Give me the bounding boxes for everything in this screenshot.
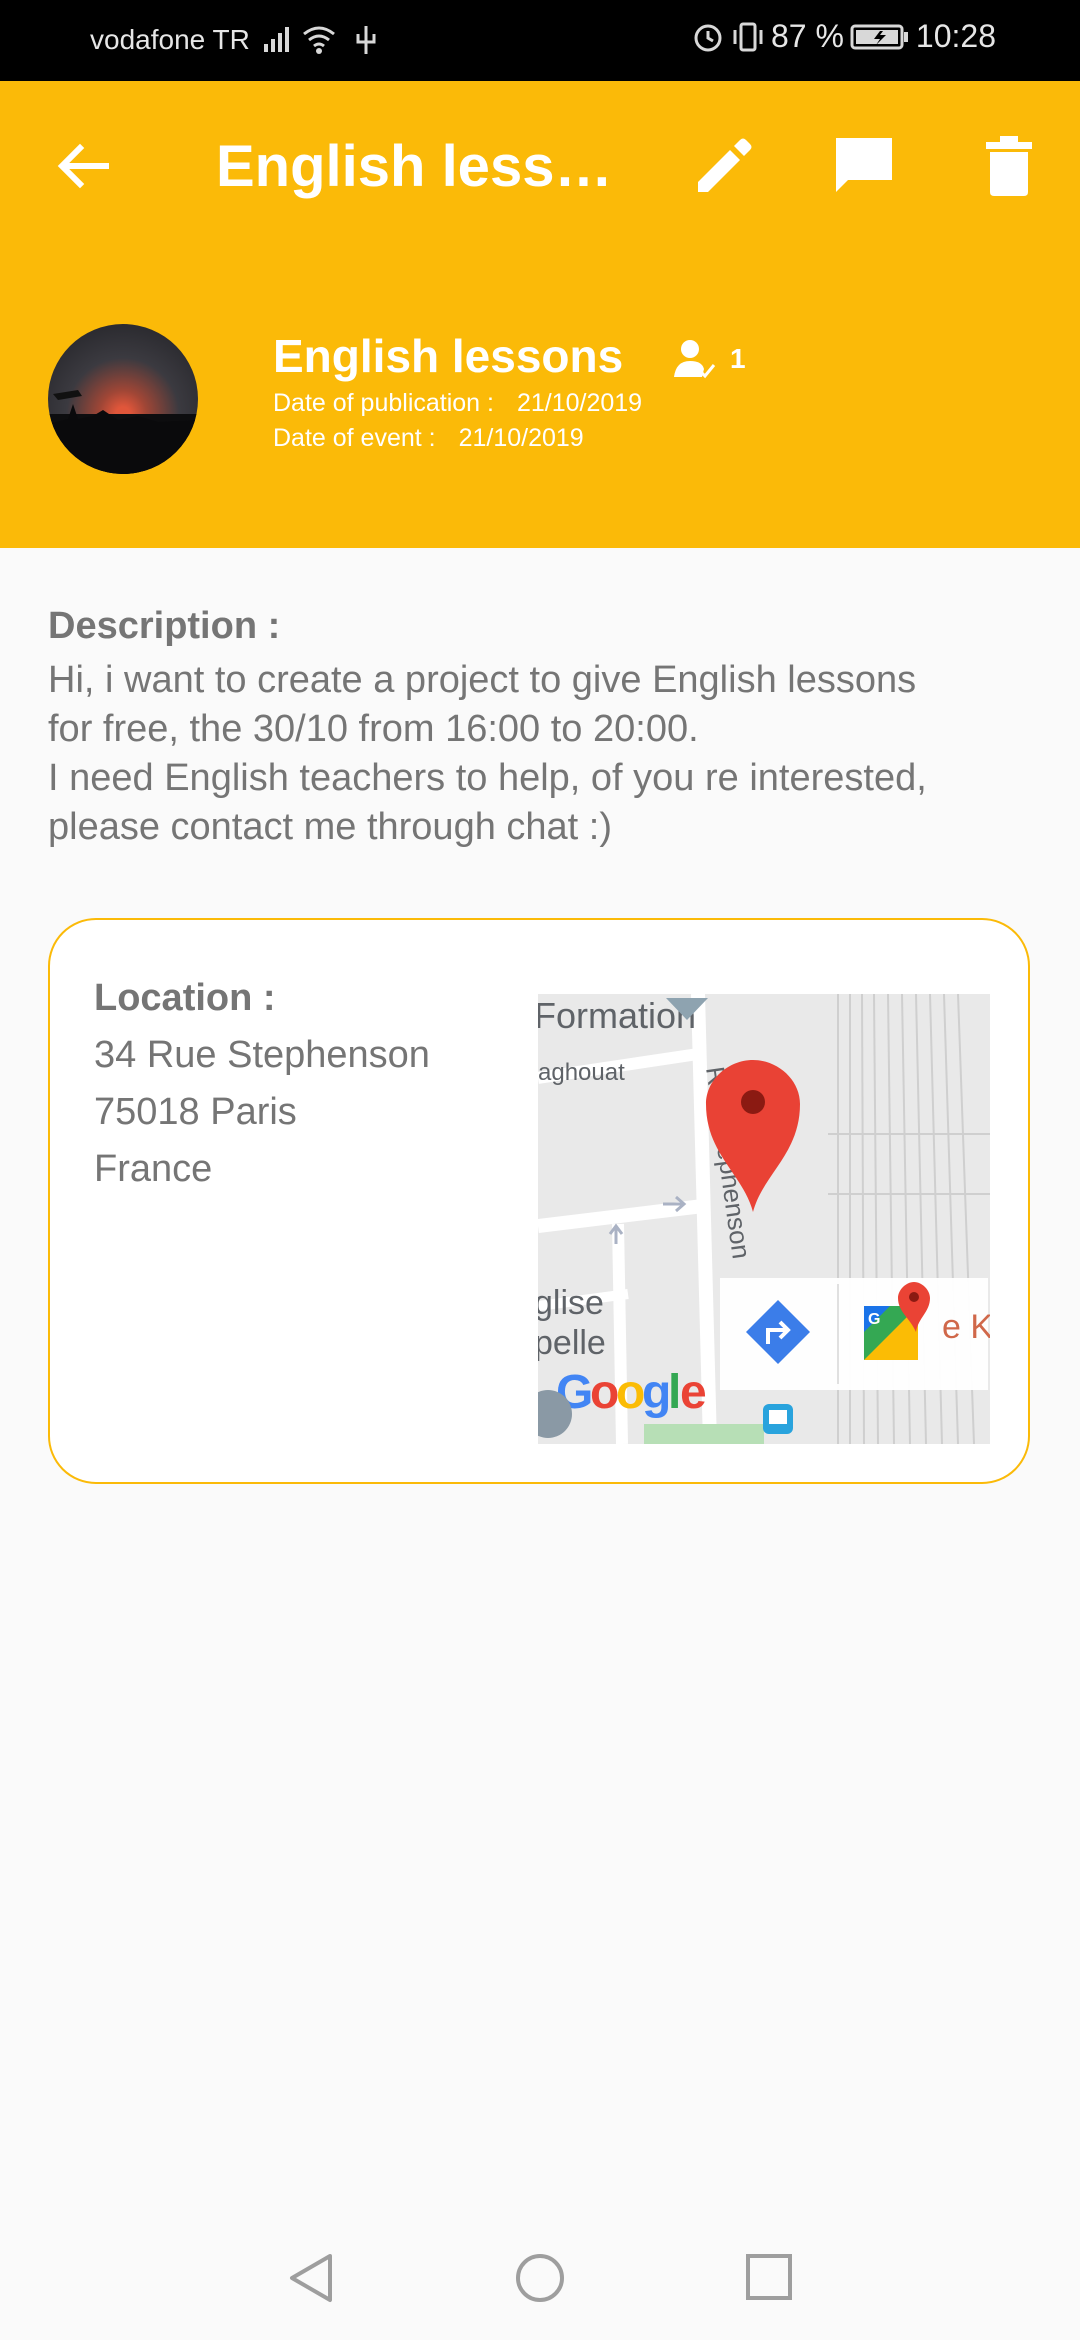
location-country: France [94, 1148, 213, 1190]
edit-icon[interactable] [690, 134, 754, 198]
description-section: Description : Hi, i want to create a pro… [48, 605, 1038, 852]
google-logo: G o o g l e [556, 1366, 707, 1419]
map-label: glise [538, 1284, 604, 1322]
signal-icons [262, 22, 392, 65]
event-avatar [48, 324, 198, 474]
location-info: Location : 34 Rue Stephenson 75018 Paris… [94, 970, 430, 1198]
event-date-label: Date of event : [273, 424, 436, 452]
app-header: English lessons English lessons Date of … [0, 81, 1080, 548]
nav-back-icon[interactable] [286, 2252, 336, 2304]
description-text: Hi, i want to create a project to give E… [48, 656, 1038, 852]
chat-icon[interactable] [832, 134, 896, 198]
svg-text:G: G [868, 1311, 880, 1328]
battery-percent: 87 % [770, 18, 844, 54]
location-card: Location : 34 Rue Stephenson 75018 Paris… [48, 918, 1030, 1484]
system-nav-bar [0, 2214, 1080, 2340]
location-street: 34 Rue Stephenson [94, 1034, 430, 1076]
location-city: 75018 Paris [94, 1091, 297, 1133]
map-label: aghouat [538, 1059, 625, 1086]
status-right: 87 % 10:28 [691, 18, 996, 55]
location-label: Location : [94, 977, 276, 1019]
map-label: e Ku [942, 1308, 990, 1346]
svg-text:o: o [616, 1366, 645, 1419]
description-label: Description : [48, 605, 281, 647]
publication-date-row: Date of publication : 21/10/2019 [273, 389, 642, 418]
status-bar: vodafone TR 87 % 10:28 [0, 0, 1080, 81]
battery-icon [850, 24, 908, 49]
vibrate-icon [733, 22, 763, 51]
nav-home-icon[interactable] [514, 2252, 566, 2304]
map-label: pelle [538, 1324, 606, 1362]
page-title: English lessons [216, 134, 616, 199]
clock: 10:28 [915, 18, 996, 54]
description-line: Hi, i want to create a project to give E… [48, 659, 917, 701]
publication-date-label: Date of publication : [273, 389, 494, 417]
members-count: 1 [672, 337, 746, 381]
member-check-icon [674, 340, 716, 379]
alarm-icon [694, 24, 722, 51]
event-date-row: Date of event : 21/10/2019 [273, 424, 642, 453]
description-line: please contact me through chat :) [48, 806, 612, 848]
back-arrow-icon[interactable] [56, 139, 110, 193]
event-name: English lessons [273, 330, 624, 382]
map-preview[interactable]: Formation aghouat Rue Stephenson glise p… [538, 994, 990, 1444]
description-line: for free, the 30/10 from 16:00 to 20:00. [48, 708, 699, 750]
delete-icon[interactable] [982, 134, 1036, 198]
publication-date-value: 21/10/2019 [516, 389, 643, 417]
carrier-label: vodafone TR [90, 24, 250, 55]
event-date-value: 21/10/2019 [458, 424, 584, 452]
svg-text:g: g [642, 1366, 671, 1419]
nav-recents-icon[interactable] [744, 2252, 794, 2302]
svg-text:e: e [680, 1366, 707, 1419]
members-count-value: 1 [730, 343, 746, 374]
event-info: English lessons Date of publication : 21… [273, 329, 642, 453]
description-line: I need English teachers to help, of you … [48, 757, 927, 799]
svg-text:o: o [590, 1366, 619, 1419]
